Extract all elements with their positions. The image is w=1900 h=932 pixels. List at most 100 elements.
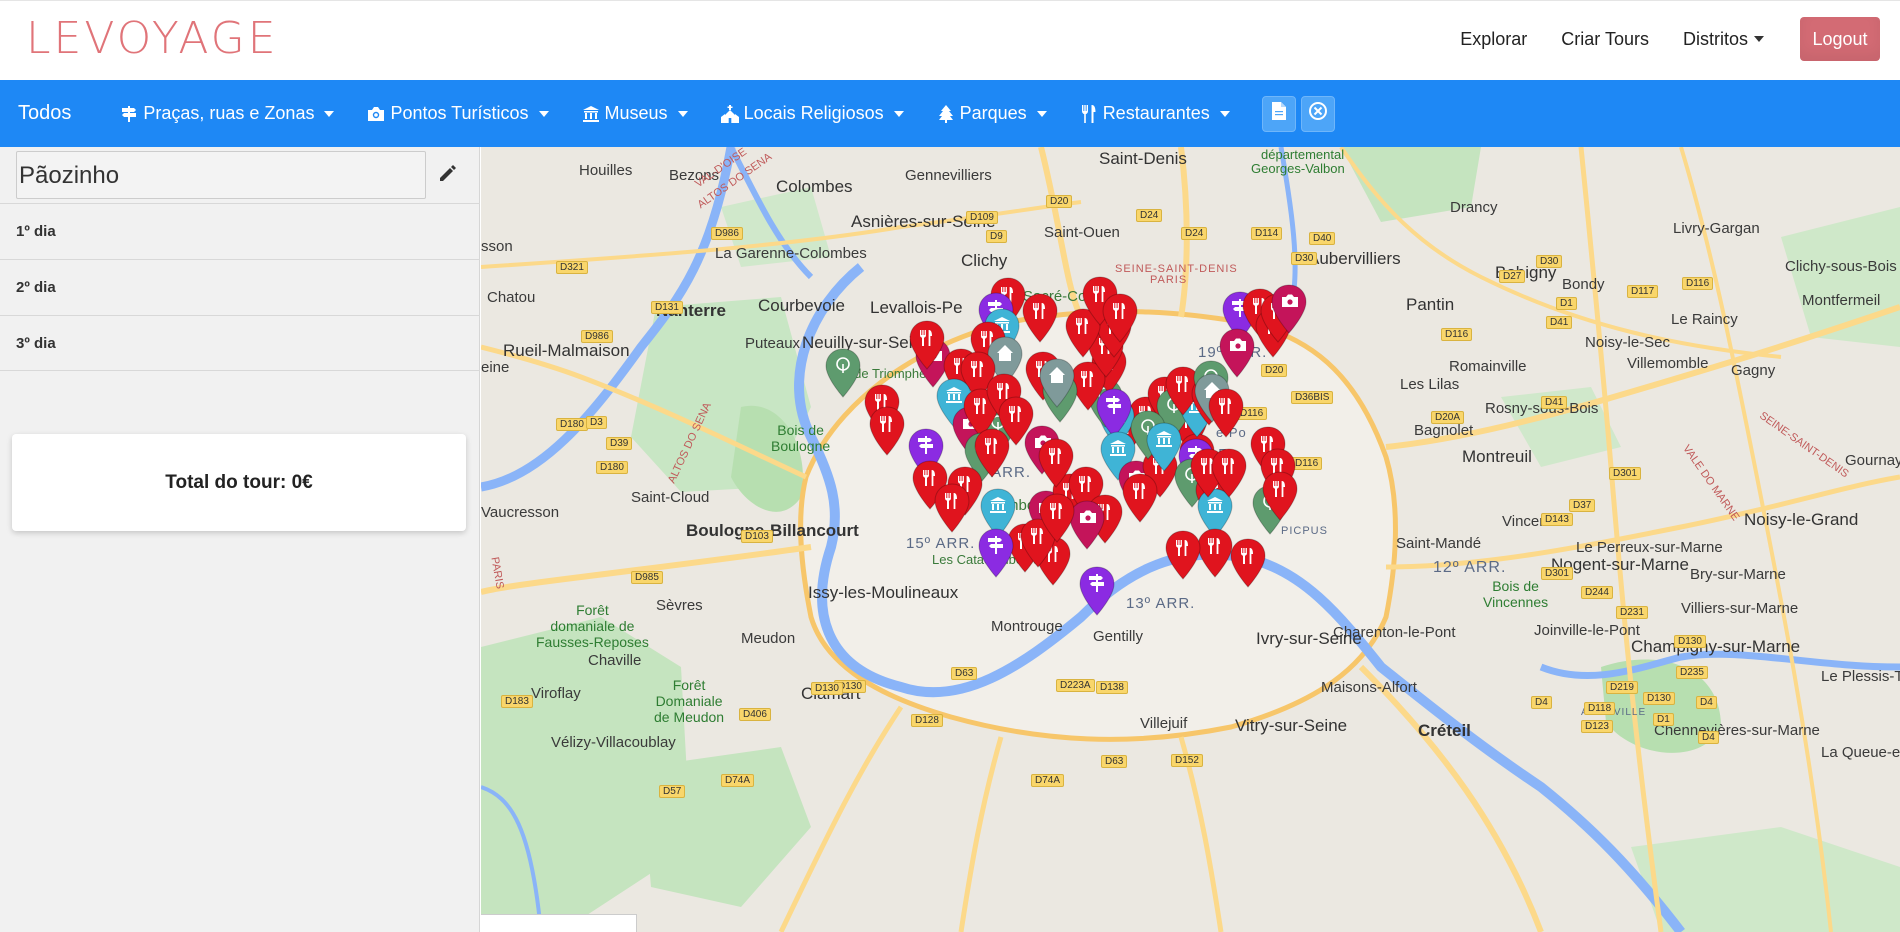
restaurant-pin[interactable] xyxy=(1207,387,1245,439)
category-restaurantes-dropdown[interactable]: Restaurantes xyxy=(1079,103,1230,124)
map-label-sson: sson xyxy=(481,238,513,255)
map-label-villiers: Villiers-sur-Marne xyxy=(1681,600,1799,617)
tour-name-value: Pãozinho xyxy=(19,162,120,189)
road-tag: D219 xyxy=(1606,681,1638,694)
nav-criar-tours[interactable]: Criar Tours xyxy=(1561,29,1649,50)
park-pin[interactable] xyxy=(824,347,862,399)
levoyage-logo[interactable]: LEVOYAGE xyxy=(26,13,279,65)
map-label-meudon: Meudon xyxy=(741,630,796,647)
map-label-maisons-alfort: Maisons-Alfort xyxy=(1321,679,1417,696)
tour-total-label: Total do tour: 0€ xyxy=(165,471,313,493)
museum-icon xyxy=(581,104,601,124)
map-label-foret-meudon: Forêt Domaniale de Meudon xyxy=(654,677,725,725)
road-tag: D116 xyxy=(1682,277,1714,290)
map-label-la-garenne: La Garenne-Colombes xyxy=(715,245,867,262)
category-museus-dropdown[interactable]: Museus xyxy=(581,103,688,124)
restaurant-pin[interactable] xyxy=(933,482,971,534)
day-item-1[interactable]: 1º dia xyxy=(0,203,480,259)
restaurant-pin[interactable] xyxy=(868,405,906,457)
nav-explorar[interactable]: Explorar xyxy=(1460,29,1527,50)
road-tag: D223A xyxy=(1056,679,1095,692)
road-tag: D41 xyxy=(1546,316,1573,329)
chevron-down-icon xyxy=(324,110,335,117)
tour-total-card: Total do tour: 0€ xyxy=(12,434,466,531)
map-label-courbevoie: Courbevoie xyxy=(758,296,845,315)
road-tag: D37 xyxy=(1569,499,1596,512)
map-label-gentilly: Gentilly xyxy=(1093,628,1144,645)
map-label-le-perreux: Le Perreux-sur-Marne xyxy=(1576,539,1723,556)
map-label-gennevilliers: Gennevilliers xyxy=(905,167,992,184)
map-label-vitry: Vitry-sur-Seine xyxy=(1235,716,1348,735)
document-icon xyxy=(1271,102,1286,125)
road-tag: D36BIS xyxy=(1291,391,1334,404)
clear-filters-button[interactable] xyxy=(1300,95,1335,132)
tour-name-field[interactable]: Pãozinho xyxy=(16,151,426,199)
map-label-villejuif: Villejuif xyxy=(1140,715,1188,732)
road-tag: D63 xyxy=(1101,755,1128,768)
map-label-montrouge: Montrouge xyxy=(991,618,1063,635)
map-view[interactable]: Saint-Denis départemental Georges-Valbon… xyxy=(481,147,1900,932)
square-pin[interactable] xyxy=(977,527,1015,579)
road-tag: D109 xyxy=(966,211,998,224)
map-label-noisy-le-grand: Noisy-le-Grand xyxy=(1744,510,1859,529)
map-label-arr12: 12º ARR. xyxy=(1433,559,1507,576)
day-item-3[interactable]: 3º dia xyxy=(0,315,480,371)
category-label: Pontos Turísticos xyxy=(390,103,529,123)
map-label-arr13: 13º ARR. xyxy=(1126,595,1196,612)
restaurant-pin[interactable] xyxy=(1210,447,1248,499)
road-tag: D152 xyxy=(1171,754,1203,767)
category-pontos-turisticos-dropdown[interactable]: Pontos Turísticos xyxy=(366,103,549,124)
map-label-arr15: 15º ARR. xyxy=(906,535,976,552)
top-header: LEVOYAGE Explorar Criar Tours Distritos … xyxy=(0,0,1900,80)
religious-pin[interactable] xyxy=(1038,357,1076,409)
restaurant-pin[interactable] xyxy=(1229,537,1267,589)
road-tag: D41 xyxy=(1541,396,1568,409)
chevron-down-icon xyxy=(677,110,688,117)
nav-distritos-dropdown[interactable]: Distritos xyxy=(1683,29,1764,50)
map-label-bois-vincennes: Bois de Vincennes xyxy=(1483,578,1549,610)
tour-sidebar: Pãozinho 1º dia 2º dia 3º dia Total do t… xyxy=(0,147,480,932)
map-label-eine: eine xyxy=(481,359,510,376)
square-pin[interactable] xyxy=(1078,565,1116,617)
map-label-bagnolet: Bagnolet xyxy=(1414,422,1474,439)
restaurant-pin[interactable] xyxy=(1038,492,1076,544)
map-label-champigny: Champigny-sur-Marne xyxy=(1631,637,1801,656)
map-label-chatou: Chatou xyxy=(487,289,536,306)
restaurant-pin[interactable] xyxy=(1101,292,1139,344)
category-locais-religiosos-dropdown[interactable]: Locais Religiosos xyxy=(720,103,904,124)
category-bar: Todos Praças, ruas e Zonas Pontos Turíst… xyxy=(0,80,1900,147)
document-button[interactable] xyxy=(1261,95,1296,132)
map-label-gournay: Gournay-su xyxy=(1845,452,1900,469)
logo-text: LEVOYAGE xyxy=(26,13,279,64)
restaurant-pin[interactable] xyxy=(1261,470,1299,522)
category-label: Restaurantes xyxy=(1102,103,1210,123)
chevron-down-icon xyxy=(1219,110,1230,117)
map-label-rueil: Rueil-Malmaison xyxy=(503,341,630,360)
restaurant-pin[interactable] xyxy=(908,319,946,371)
edit-tour-name-button[interactable] xyxy=(434,161,462,189)
attraction-pin[interactable] xyxy=(1270,283,1308,335)
road-tag: D30 xyxy=(1291,252,1318,265)
map-label-bry: Bry-sur-Marne xyxy=(1690,566,1786,583)
tree-icon xyxy=(936,104,956,124)
map-label-puteaux: Puteaux xyxy=(745,335,801,352)
restaurant-pin[interactable] xyxy=(1164,529,1202,581)
road-tag: D131 xyxy=(651,301,683,314)
day-item-2[interactable]: 2º dia xyxy=(0,259,480,315)
map-label-saint-denis: Saint-Denis xyxy=(1099,149,1187,168)
category-all[interactable]: Todos xyxy=(18,102,71,125)
map-label-saint-cloud: Saint-Cloud xyxy=(631,489,710,506)
map-label-pantin: Pantin xyxy=(1406,295,1455,314)
utensils-icon xyxy=(1079,104,1099,124)
road-tag: D3 xyxy=(586,416,607,429)
chevron-down-icon xyxy=(538,110,549,117)
map-label-issy: Issy-les-Moulineaux xyxy=(808,583,959,602)
road-tag: D1 xyxy=(1653,713,1674,726)
restaurant-pin[interactable] xyxy=(1021,292,1059,344)
category-parques-dropdown[interactable]: Parques xyxy=(936,103,1047,124)
logout-button[interactable]: Logout xyxy=(1800,17,1880,61)
category-pracas-dropdown[interactable]: Praças, ruas e Zonas xyxy=(119,103,335,124)
map-label-chennevieres: Chennevières-sur-Marne xyxy=(1654,722,1820,739)
restaurant-pin[interactable] xyxy=(1121,472,1159,524)
map-label-viroflay: Viroflay xyxy=(531,685,581,702)
